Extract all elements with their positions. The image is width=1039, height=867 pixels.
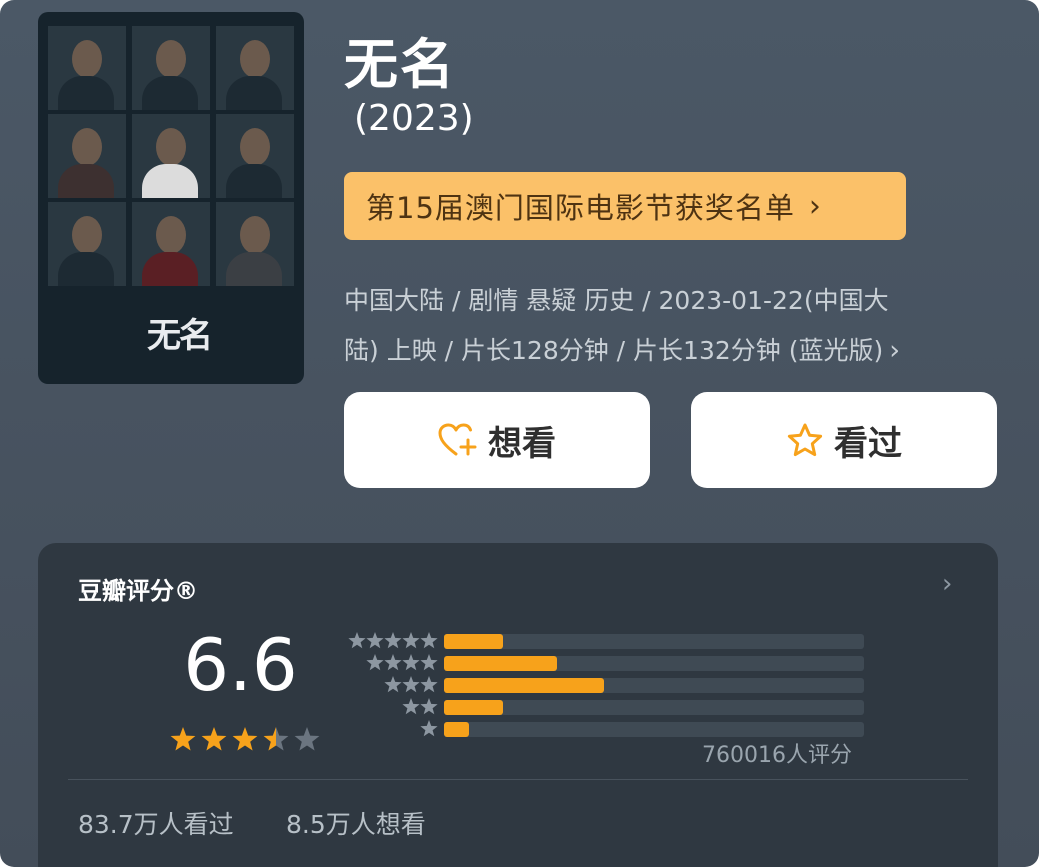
distribution-stars-icon <box>366 654 438 671</box>
movie-poster[interactable]: 无名 <box>38 12 304 384</box>
seen-count[interactable]: 83.7万人看过 <box>78 805 234 841</box>
distribution-stars-icon <box>420 720 438 737</box>
meta-line-1: 中国大陆 / 剧情 悬疑 历史 / 2023-01-22(中国大 <box>344 286 889 315</box>
distribution-row-4-star <box>338 653 868 673</box>
movie-year: (2023) <box>354 98 474 139</box>
distribution-bar-fill <box>444 722 470 737</box>
meta-line-2: 陆) 上映 / 片长128分钟 / 片长132分钟 (蓝光版) <box>344 336 884 365</box>
chevron-right-icon: › <box>808 188 822 224</box>
distribution-stars-icon <box>402 698 438 715</box>
want-to-watch-button[interactable]: 想看 <box>344 392 650 488</box>
distribution-row-5-star <box>338 631 868 651</box>
distribution-bar-fill <box>444 634 503 649</box>
want-to-watch-label: 想看 <box>488 423 556 464</box>
chevron-right-icon: › <box>942 569 953 599</box>
chevron-right-icon: › <box>889 335 901 366</box>
watched-label: 看过 <box>834 423 902 464</box>
distribution-row-1-star <box>338 719 868 739</box>
award-list-button[interactable]: 第15届澳门国际电影节获奖名单 › <box>344 172 906 240</box>
rating-star <box>170 727 196 751</box>
movie-header: 无名 无名 (2023) 第15届澳门国际电影节获奖名单 › 中国大陆 / 剧情… <box>0 0 1039 867</box>
rating-star <box>263 727 289 751</box>
rating-star <box>201 727 227 751</box>
distribution-bar-fill <box>444 656 558 671</box>
want-count[interactable]: 8.5万人想看 <box>286 805 426 841</box>
rating-title: 豆瓣评分® <box>78 577 198 605</box>
distribution-stars-icon <box>348 632 438 649</box>
poster-title: 无名 <box>147 316 213 356</box>
distribution-bar-fill <box>444 700 503 715</box>
movie-title: 无名 <box>344 33 456 96</box>
vote-count[interactable]: 760016人评分 <box>702 737 852 769</box>
distribution-bar-track <box>444 700 864 715</box>
distribution-bar-fill <box>444 678 604 693</box>
rating-star <box>232 727 258 751</box>
rating-card[interactable]: 豆瓣评分® › 6.6 760016人评分 83.7万人看过 8.5万人想看 <box>38 543 998 867</box>
award-list-label: 第15届澳门国际电影节获奖名单 <box>366 191 795 225</box>
distribution-stars-icon <box>384 676 438 693</box>
distribution-bar-track <box>444 656 864 671</box>
star-outline-icon <box>787 423 823 457</box>
distribution-bar-track <box>444 634 864 649</box>
rating-score: 6.6 <box>183 623 298 707</box>
watched-button[interactable]: 看过 <box>691 392 997 488</box>
heart-plus-icon <box>438 423 477 456</box>
divider <box>68 779 968 780</box>
distribution-bar-track <box>444 678 864 693</box>
distribution-bar-track <box>444 722 864 737</box>
rating-star <box>294 727 320 751</box>
distribution-row-3-star <box>338 675 868 695</box>
rating-stars <box>170 727 320 751</box>
movie-meta-info[interactable]: 中国大陆 / 剧情 悬疑 历史 / 2023-01-22(中国大 陆) 上映 /… <box>344 276 984 376</box>
distribution-row-2-star <box>338 697 868 717</box>
